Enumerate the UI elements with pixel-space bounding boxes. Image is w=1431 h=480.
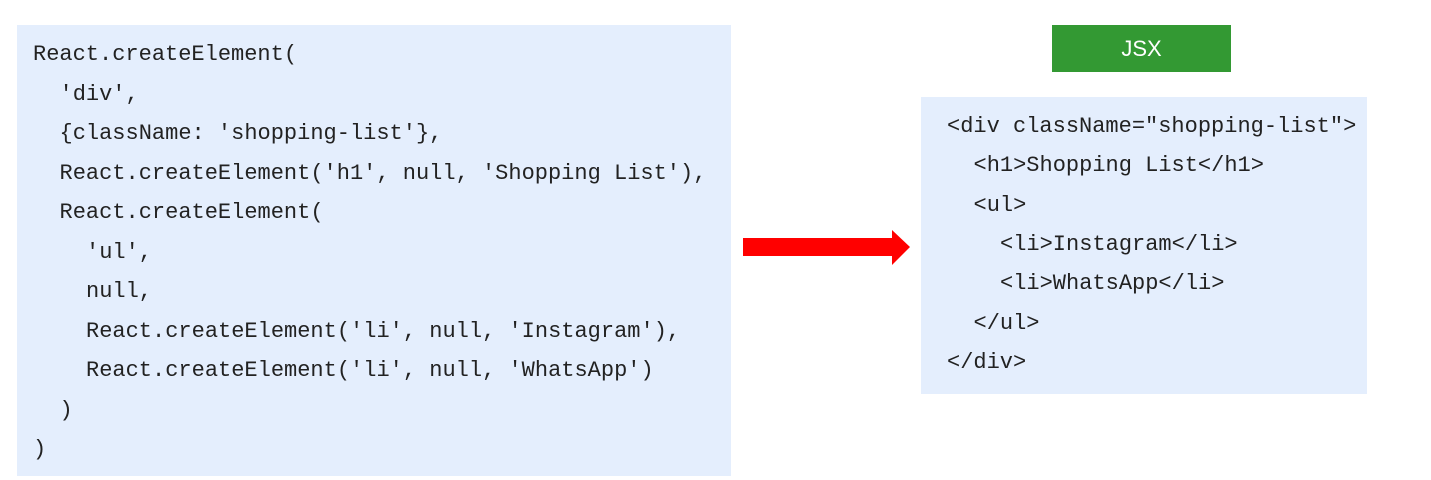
- code-line: React.createElement('h1', null, 'Shoppin…: [59, 160, 707, 186]
- code-line: React.createElement('li', null, 'WhatsAp…: [86, 358, 654, 383]
- code-line: 'div',: [59, 81, 139, 107]
- code-line: ): [33, 437, 47, 462]
- arrow-right-icon: [743, 230, 910, 265]
- code-line: <ul>: [973, 192, 1027, 218]
- code-line: <li>WhatsApp</li>: [1000, 271, 1225, 297]
- code-line: {className: 'shopping-list'},: [59, 121, 443, 146]
- code-line: <li>Instagram</li>: [1000, 231, 1238, 257]
- code-line: null,: [86, 279, 153, 304]
- code-line: <h1>Shopping List</h1>: [973, 153, 1264, 179]
- code-line: ): [59, 397, 73, 423]
- code-line: React.createElement(: [59, 200, 324, 225]
- jsx-label: JSX: [1052, 25, 1231, 72]
- code-line: </div>: [947, 349, 1027, 375]
- code-line: </ul>: [973, 310, 1040, 336]
- code-line: React.createElement('li', null, 'Instagr…: [86, 318, 681, 344]
- code-line: React.createElement(: [33, 42, 298, 67]
- code-line: <div className="shopping-list">: [947, 114, 1357, 139]
- code-line: 'ul',: [86, 239, 153, 265]
